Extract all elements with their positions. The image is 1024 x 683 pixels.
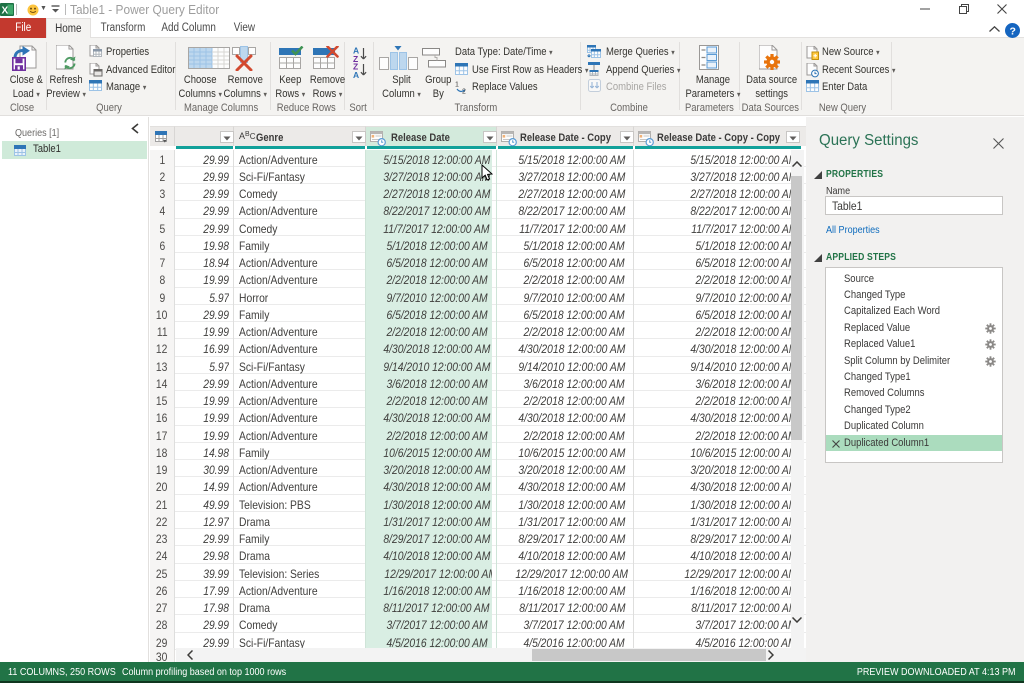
svg-text:A: A [353, 70, 359, 79]
svg-text:1: 1 [455, 82, 459, 89]
svg-text:2: 2 [462, 89, 466, 95]
svg-text:X: X [2, 6, 9, 17]
svg-text:?: ? [1010, 26, 1016, 38]
